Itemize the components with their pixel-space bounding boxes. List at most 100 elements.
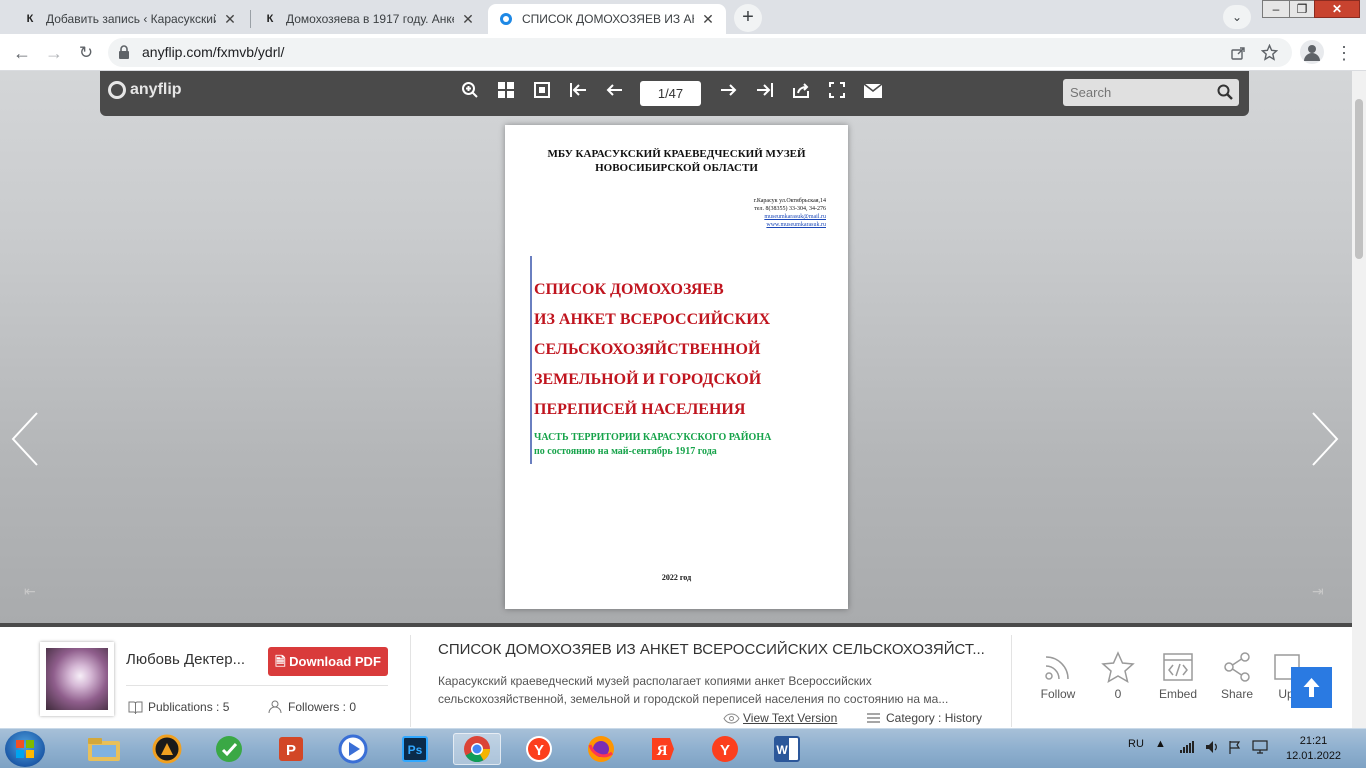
document-title: СПИСОК ДОМОХОЗЯЕВ ИЗ АНКЕТ ВСЕРОССИЙСКИХ… [534, 281, 771, 418]
share-icon[interactable] [789, 81, 813, 105]
follow-button[interactable]: Follow [1033, 651, 1083, 701]
tab-title: Домохозяева в 1917 году. Анкет [286, 12, 454, 26]
fullscreen-icon[interactable] [825, 81, 849, 105]
next-page-icon[interactable] [717, 81, 741, 105]
share-page-icon[interactable] [1230, 45, 1246, 61]
arrow-up-icon [1303, 678, 1320, 697]
volume-icon[interactable] [1205, 740, 1219, 754]
museum-address: г.Карасук ул.Октябрьская,14 тел. 8(38355… [753, 198, 826, 229]
file-explorer-icon[interactable] [80, 733, 128, 765]
windows-start-button[interactable] [5, 731, 45, 767]
anyflip-logo[interactable]: anyflip [108, 81, 182, 99]
previous-arrow-icon[interactable] [10, 411, 40, 467]
page-scrollbar[interactable] [1352, 71, 1366, 728]
keyboard-language[interactable]: RU [1128, 738, 1144, 750]
yandex-browser-alt-icon[interactable]: Y [701, 733, 749, 765]
flipbook-toolbar: anyflip 1/47 [100, 71, 1249, 116]
firefox-icon[interactable] [577, 733, 625, 765]
star-icon [1101, 651, 1135, 683]
svg-text:P: P [286, 742, 296, 759]
author-name[interactable]: Любовь Дектер... [126, 651, 261, 668]
document-subtitle: ЧАСТЬ ТЕРРИТОРИИ КАРАСУКСКОГО РАЙОНА по … [534, 432, 772, 457]
document-page[interactable]: МБУ КАРАСУКСКИЙ КРАЕВЕДЧЕСКИЙ МУЗЕЙ НОВО… [505, 125, 848, 609]
back-to-top-button[interactable] [1291, 667, 1332, 708]
first-page-small-icon[interactable]: ⇤ [24, 583, 36, 600]
display-icon[interactable] [1252, 740, 1268, 754]
address-bar[interactable]: anyflip.com/fxmvb/ydrl/ [108, 38, 1292, 67]
title-accent-bar [530, 256, 532, 464]
user-icon [268, 700, 282, 714]
view-text-version-link[interactable]: View Text Version [723, 711, 837, 725]
svg-text:Я: Я [657, 743, 668, 759]
action-center-flag-icon[interactable] [1228, 740, 1242, 754]
author-avatar[interactable] [40, 642, 114, 716]
yandex-browser-icon[interactable]: Y [515, 733, 563, 765]
lock-icon [119, 45, 129, 59]
restore-icon[interactable]: ❐ [1289, 0, 1315, 18]
embed-button[interactable]: Embed [1153, 651, 1203, 701]
back-arrow-icon[interactable]: ← [9, 40, 35, 66]
first-page-icon[interactable] [566, 81, 590, 105]
divider [1011, 635, 1012, 727]
svg-text:W: W [776, 743, 788, 757]
category-label[interactable]: Category : History [867, 711, 982, 725]
yandex-icon[interactable]: Я [639, 733, 687, 765]
person-icon [1304, 45, 1320, 61]
svg-text:Ps: Ps [408, 743, 423, 757]
network-signal-icon[interactable] [1180, 741, 1194, 753]
search-icon[interactable] [1217, 84, 1233, 100]
download-pdf-button[interactable]: 🗎 Download PDF [268, 647, 388, 676]
forward-arrow-icon[interactable]: → [41, 40, 67, 66]
word-icon[interactable]: W [763, 733, 811, 765]
rss-icon [1045, 656, 1069, 680]
next-arrow-icon[interactable] [1310, 411, 1340, 467]
powerpoint-icon[interactable]: P [267, 733, 315, 765]
anyflip-logo-icon [108, 81, 126, 99]
close-tab-icon[interactable]: ✕ [700, 11, 716, 28]
single-page-icon[interactable] [530, 81, 554, 105]
last-page-icon[interactable] [753, 81, 777, 105]
scrollbar-thumb[interactable] [1355, 99, 1363, 259]
search-input[interactable] [1063, 79, 1203, 106]
email-icon[interactable] [861, 81, 885, 105]
close-tab-icon[interactable]: ✕ [222, 11, 238, 28]
tab-householders[interactable]: К Домохозяева в 1917 году. Анкет ✕ [252, 4, 486, 34]
like-button[interactable]: 0 [1093, 651, 1143, 701]
anyflip-icon [498, 11, 514, 27]
publication-title: СПИСОК ДОМОХОЗЯЕВ ИЗ АНКЕТ ВСЕРОССИЙСКИХ… [438, 641, 984, 658]
tab-add-post[interactable]: К Добавить запись ‹ Карасукский ✕ [12, 4, 248, 34]
email-link[interactable]: museumkarasuk@mail.ru [754, 213, 826, 221]
green-app-icon[interactable] [205, 733, 253, 765]
tab-anyflip-active[interactable]: СПИСОК ДОМОХОЗЯЕВ ИЗ АНК ✕ [488, 4, 726, 34]
tab-search-chevron-down-icon[interactable]: ⌄ [1223, 5, 1251, 29]
close-tab-icon[interactable]: ✕ [460, 11, 476, 28]
aimp-player-icon[interactable] [143, 733, 191, 765]
profile-avatar[interactable] [1300, 40, 1324, 64]
tab-strip: К Добавить запись ‹ Карасукский ✕ К Домо… [0, 0, 1366, 34]
share-button[interactable]: Share [1212, 651, 1262, 701]
page-number-input[interactable]: 1/47 [640, 81, 701, 106]
chrome-icon[interactable] [453, 733, 501, 765]
new-tab-button[interactable]: + [734, 4, 762, 32]
windows-taskbar: P Ps Y Я Y W RU ▲ 21:21 12.01.2022 [0, 728, 1366, 768]
screen: К Добавить запись ‹ Карасукский ✕ К Домо… [0, 0, 1366, 768]
previous-page-icon[interactable] [602, 81, 626, 105]
system-clock[interactable]: 21:21 12.01.2022 [1286, 734, 1341, 764]
video-editor-icon[interactable] [329, 733, 377, 765]
bookmark-star-icon[interactable] [1261, 44, 1278, 61]
last-page-small-icon[interactable]: ⇥ [1312, 583, 1324, 600]
reload-icon[interactable]: ↻ [73, 40, 99, 66]
zoom-in-icon[interactable] [458, 81, 482, 105]
followers-count[interactable]: Followers : 0 [268, 700, 356, 714]
kebab-menu-icon[interactable]: ⋮ [1331, 40, 1357, 66]
publications-count[interactable]: Publications : 5 [128, 700, 229, 714]
tray-overflow-icon[interactable]: ▲ [1155, 738, 1166, 750]
windows-logo-icon [16, 740, 34, 758]
photoshop-icon[interactable]: Ps [391, 733, 439, 765]
minimize-icon[interactable]: – [1262, 0, 1290, 18]
thumbnails-icon[interactable] [494, 81, 518, 105]
url-text: anyflip.com/fxmvb/ydrl/ [142, 44, 285, 60]
divider [410, 635, 411, 727]
close-window-icon[interactable]: ✕ [1314, 0, 1360, 18]
website-link[interactable]: www.museumkarasuk.ru [754, 221, 826, 229]
